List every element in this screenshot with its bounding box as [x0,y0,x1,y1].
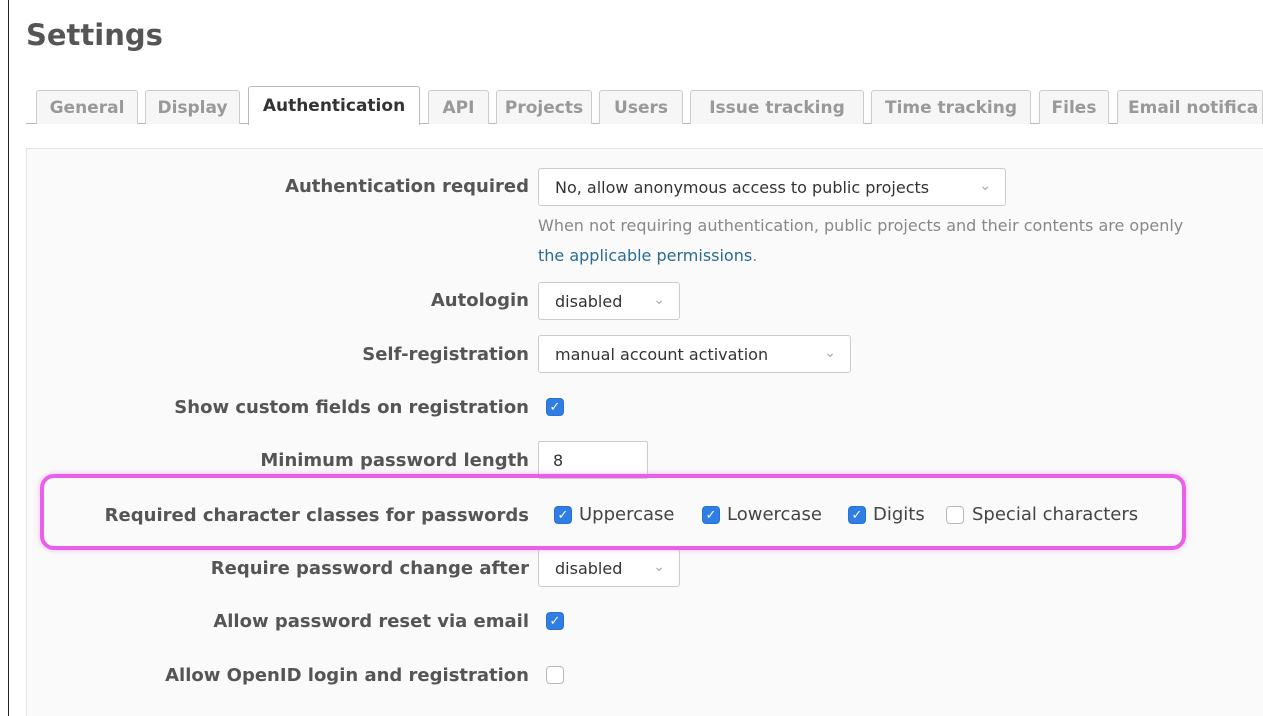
digits-checkbox[interactable]: ✓ [848,506,866,524]
check-icon: ✓ [557,507,569,523]
self-registration-select[interactable]: manual account activation ⌄ [538,335,851,373]
tab-general[interactable]: General [36,90,138,124]
min-password-label: Minimum password length [260,450,529,471]
check-icon: ✓ [549,613,561,629]
page-title: Settings [26,18,163,52]
auth-hint-text: When not requiring authentication, publi… [538,216,1184,235]
openid-label: Allow OpenID login and registration [165,665,529,686]
self-registration-value: manual account activation [555,344,769,364]
special-characters-label: Special characters [972,504,1139,525]
check-icon: ✓ [549,399,561,415]
min-password-input[interactable]: 8 [538,441,648,479]
self-registration-label: Self-registration [362,344,529,365]
password-reset-checkbox[interactable]: ✓ [546,612,564,630]
tab-files[interactable]: Files [1039,90,1109,124]
auth-required-value: No, allow anonymous access to public pro… [555,177,930,197]
chevron-down-icon: ⌄ [653,292,665,308]
check-icon: ✓ [705,507,717,523]
auth-required-hint-2: the applicable permissions. [538,246,757,265]
tab-projects[interactable]: Projects [496,90,592,124]
openid-checkbox[interactable] [546,666,564,684]
autologin-value: disabled [555,291,623,311]
tab-display[interactable]: Display [145,90,240,124]
password-change-label: Require password change after [210,558,529,579]
autologin-label: Autologin [430,290,529,311]
custom-fields-label: Show custom fields on registration [174,397,529,418]
auth-required-hint: When not requiring authentication, publi… [538,216,1183,235]
tab-time-tracking[interactable]: Time tracking [871,90,1031,124]
digits-label: Digits [873,504,925,525]
permissions-link[interactable]: the applicable permissions [538,246,752,265]
chevron-down-icon: ⌄ [653,559,665,575]
chevron-down-icon: ⌄ [824,345,836,361]
lowercase-label: Lowercase [727,504,822,525]
autologin-select[interactable]: disabled ⌄ [538,282,680,320]
auth-required-select[interactable]: No, allow anonymous access to public pro… [538,168,1006,206]
tab-issue-tracking[interactable]: Issue tracking [690,90,864,124]
check-icon: ✓ [851,507,863,523]
tab-users[interactable]: Users [599,90,683,124]
hint-period: . [752,246,758,265]
char-classes-label: Required character classes for passwords [104,505,529,526]
lowercase-checkbox[interactable]: ✓ [702,506,720,524]
tab-api[interactable]: API [428,90,489,124]
password-change-select[interactable]: disabled ⌄ [538,549,680,587]
chevron-down-icon: ⌄ [979,178,991,194]
settings-tabs: General Display Authentication API Proje… [26,86,1263,125]
uppercase-label: Uppercase [579,504,675,525]
password-reset-label: Allow password reset via email [213,611,529,632]
auth-required-label: Authentication required [285,176,529,197]
tab-authentication[interactable]: Authentication [248,86,420,125]
password-change-value: disabled [555,558,623,578]
custom-fields-checkbox[interactable]: ✓ [546,398,564,416]
special-characters-checkbox[interactable] [946,506,964,524]
tab-email-notifications[interactable]: Email notifica [1117,90,1263,124]
uppercase-checkbox[interactable]: ✓ [554,506,572,524]
